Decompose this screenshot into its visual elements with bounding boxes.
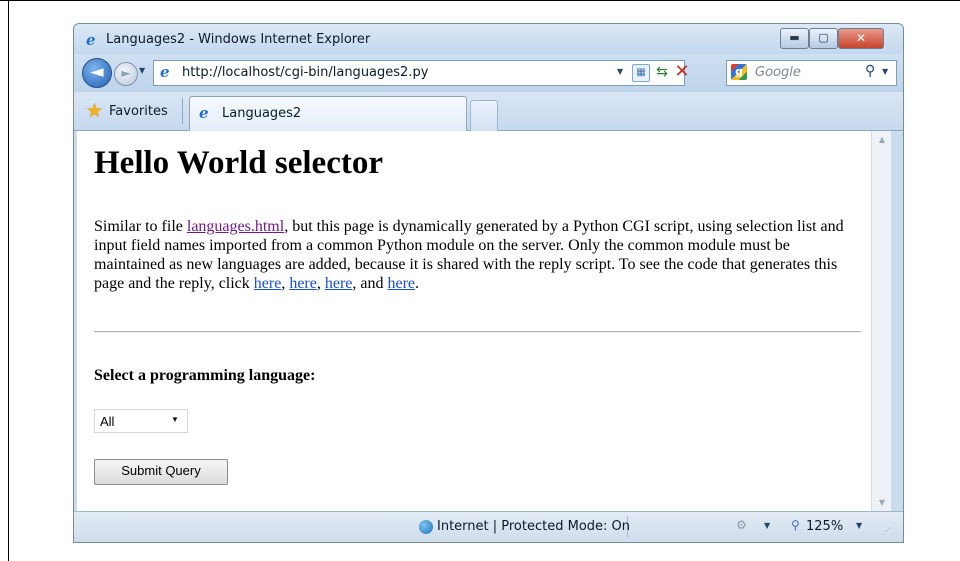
- resize-grip-icon[interactable]: ⋰: [882, 526, 894, 538]
- zoom-level[interactable]: 125%: [806, 519, 843, 534]
- url-text: http://localhost/cgi-bin/languages2.py: [182, 65, 429, 80]
- intro-paragraph: Similar to file languages.html, but this…: [94, 217, 864, 293]
- page-content: Hello World selector Similar to file lan…: [77, 131, 871, 511]
- refresh-icon[interactable]: ⇆: [654, 64, 670, 80]
- security-zone-text[interactable]: Internet | Protected Mode: On: [437, 519, 630, 534]
- url-dropdown-icon[interactable]: ▼: [617, 67, 627, 76]
- page-title: Hello World selector: [94, 145, 383, 181]
- back-button[interactable]: ◄: [82, 58, 112, 88]
- star-icon: ★: [86, 100, 104, 122]
- add-on-manager-icon[interactable]: ⚙: [736, 518, 747, 532]
- here-link-1[interactable]: here: [254, 275, 282, 292]
- maximize-button[interactable]: ▢: [809, 28, 838, 49]
- zoom-magnifier-icon: ⚲: [791, 518, 800, 532]
- window-frame-right: [891, 131, 903, 511]
- window-title: Languages2 - Windows Internet Explorer: [106, 32, 371, 47]
- add-on-dropdown-icon[interactable]: ▼: [764, 521, 770, 530]
- tab-label: Languages2: [222, 106, 302, 121]
- search-options-dropdown-icon[interactable]: ▼: [882, 67, 888, 76]
- scroll-down-icon[interactable]: ▼: [872, 494, 892, 511]
- url-field[interactable]: e http://localhost/cgi-bin/languages2.py…: [153, 60, 690, 86]
- vertical-scrollbar[interactable]: ▲ ▼: [871, 131, 892, 511]
- language-select-value: All: [100, 414, 115, 429]
- link-separator-and: , and: [352, 275, 388, 292]
- internet-zone-globe-icon: [419, 520, 433, 534]
- minimize-button[interactable]: ▬: [780, 28, 809, 49]
- toolbar-divider: [182, 98, 183, 124]
- search-field[interactable]: g Google ⚲ ▼: [726, 60, 897, 86]
- close-button[interactable]: ✕: [838, 28, 884, 49]
- submit-query-button[interactable]: Submit Query: [94, 459, 228, 485]
- chevron-down-icon: ▼: [171, 415, 179, 424]
- link-separator: ,: [316, 275, 325, 292]
- status-bar: Internet | Protected Mode: On ⚙ ▼ ⚲ 125%…: [74, 511, 903, 542]
- recent-pages-dropdown-icon[interactable]: ▼: [139, 65, 149, 77]
- title-bar: e Languages2 - Windows Internet Explorer…: [74, 24, 903, 54]
- here-link-3[interactable]: here: [325, 275, 353, 292]
- tab-bar: ★ Favorites e Languages2: [74, 92, 903, 131]
- ie-logo-icon: e: [86, 31, 96, 49]
- new-tab-button[interactable]: [470, 100, 498, 131]
- intro-period: .: [415, 275, 420, 292]
- stop-icon[interactable]: ✕: [674, 63, 690, 81]
- forward-arrow-icon: ►: [121, 66, 131, 80]
- search-icon[interactable]: ⚲: [865, 63, 879, 79]
- browser-window: e Languages2 - Windows Internet Explorer…: [73, 23, 904, 543]
- intro-text-start: Similar to file: [94, 218, 187, 235]
- google-search-provider-icon: g: [731, 64, 747, 80]
- here-link-4[interactable]: here: [387, 275, 415, 292]
- tab-languages2[interactable]: e Languages2: [189, 96, 467, 131]
- page-frame-top: [0, 0, 960, 1]
- languages-html-link[interactable]: languages.html: [187, 218, 284, 235]
- horizontal-rule: [94, 331, 861, 333]
- search-placeholder: Google: [755, 65, 801, 80]
- page-ie-icon: e: [160, 63, 170, 81]
- tab-ie-icon: e: [199, 104, 209, 122]
- compatibility-view-icon[interactable]: ▦: [632, 64, 650, 82]
- scroll-up-icon[interactable]: ▲: [872, 131, 892, 148]
- forward-button[interactable]: ►: [114, 62, 138, 86]
- address-bar: ◄ ► ▼ e http://localhost/cgi-bin/languag…: [74, 54, 903, 92]
- select-language-label: Select a programming language:: [94, 367, 316, 384]
- favorites-label: Favorites: [109, 104, 168, 119]
- here-link-2[interactable]: here: [289, 275, 317, 292]
- zoom-dropdown-icon[interactable]: ▼: [856, 521, 862, 530]
- language-select[interactable]: All ▼: [94, 409, 188, 433]
- page-frame-left: [8, 0, 9, 561]
- back-arrow-icon: ◄: [90, 62, 104, 82]
